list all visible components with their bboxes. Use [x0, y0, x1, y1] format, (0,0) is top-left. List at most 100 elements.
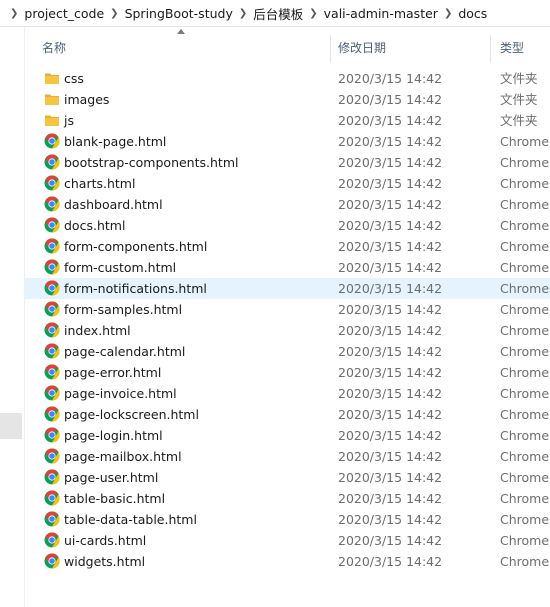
file-type: Chrome: [500, 134, 550, 149]
navigation-pane[interactable]: [0, 27, 25, 607]
file-row[interactable]: page-login.html 2020/3/15 14:42 Chrome: [25, 425, 550, 446]
file-type: Chrome: [500, 197, 550, 212]
file-type: Chrome: [500, 239, 550, 254]
file-name[interactable]: form-samples.html: [64, 299, 182, 320]
breadcrumb-item-vali-admin-master[interactable]: vali-admin-master: [324, 6, 438, 21]
file-modified-date: 2020/3/15 14:42: [338, 302, 443, 317]
column-divider[interactable]: [490, 35, 491, 63]
folder-icon: [44, 91, 60, 107]
file-row[interactable]: page-calendar.html 2020/3/15 14:42 Chrome: [25, 341, 550, 362]
file-row[interactable]: css 2020/3/15 14:42 文件夹: [25, 68, 550, 89]
chrome-icon: [44, 448, 60, 464]
file-name[interactable]: css: [64, 68, 84, 89]
file-name[interactable]: bootstrap-components.html: [64, 152, 238, 173]
chrome-icon: [44, 175, 60, 191]
file-row[interactable]: images 2020/3/15 14:42 文件夹: [25, 89, 550, 110]
file-modified-date: 2020/3/15 14:42: [338, 386, 443, 401]
breadcrumb: ❯ project_code ❯ SpringBoot-study ❯ 后台模板…: [0, 0, 550, 27]
chrome-icon: [44, 364, 60, 380]
file-row[interactable]: page-invoice.html 2020/3/15 14:42 Chrome: [25, 383, 550, 404]
chrome-icon: [44, 301, 60, 317]
file-row[interactable]: ui-cards.html 2020/3/15 14:42 Chrome: [25, 530, 550, 551]
file-row[interactable]: page-error.html 2020/3/15 14:42 Chrome: [25, 362, 550, 383]
file-name[interactable]: dashboard.html: [64, 194, 163, 215]
file-name[interactable]: js: [64, 110, 74, 131]
file-row[interactable]: widgets.html 2020/3/15 14:42 Chrome: [25, 551, 550, 572]
chrome-icon: [44, 196, 60, 212]
file-name[interactable]: page-invoice.html: [64, 383, 177, 404]
breadcrumb-item-docs[interactable]: docs: [458, 6, 487, 21]
file-name[interactable]: images: [64, 89, 109, 110]
file-name[interactable]: page-calendar.html: [64, 341, 185, 362]
file-name[interactable]: page-login.html: [64, 425, 163, 446]
file-row[interactable]: form-notifications.html 2020/3/15 14:42 Ch…: [25, 278, 550, 299]
navigation-pane-selected-item[interactable]: [0, 413, 22, 439]
file-type: Chrome: [500, 365, 550, 380]
file-name[interactable]: blank-page.html: [64, 131, 166, 152]
chevron-right-icon[interactable]: ❯: [438, 8, 458, 19]
breadcrumb-item-project-code[interactable]: project_code: [24, 6, 104, 21]
file-modified-date: 2020/3/15 14:42: [338, 134, 443, 149]
file-name[interactable]: docs.html: [64, 215, 125, 236]
file-modified-date: 2020/3/15 14:42: [338, 176, 443, 191]
chrome-icon: [44, 217, 60, 233]
file-row[interactable]: bootstrap-components.html 2020/3/15 14:42…: [25, 152, 550, 173]
column-header-type[interactable]: 类型: [500, 27, 550, 63]
file-name[interactable]: page-mailbox.html: [64, 446, 182, 467]
file-name[interactable]: table-basic.html: [64, 488, 165, 509]
file-type: Chrome: [500, 260, 550, 275]
file-name[interactable]: page-lockscreen.html: [64, 404, 199, 425]
file-modified-date: 2020/3/15 14:42: [338, 491, 443, 506]
file-row[interactable]: docs.html 2020/3/15 14:42 Chrome: [25, 215, 550, 236]
file-name[interactable]: form-custom.html: [64, 257, 176, 278]
file-name[interactable]: page-user.html: [64, 467, 158, 488]
file-row[interactable]: form-samples.html 2020/3/15 14:42 Chrome: [25, 299, 550, 320]
file-modified-date: 2020/3/15 14:42: [338, 155, 443, 170]
file-name[interactable]: page-error.html: [64, 362, 161, 383]
file-row[interactable]: table-basic.html 2020/3/15 14:42 Chrome: [25, 488, 550, 509]
chrome-icon: [44, 280, 60, 296]
file-type: Chrome: [500, 533, 550, 548]
file-modified-date: 2020/3/15 14:42: [338, 71, 443, 86]
file-row[interactable]: index.html 2020/3/15 14:42 Chrome: [25, 320, 550, 341]
chevron-right-icon[interactable]: ❯: [303, 8, 323, 19]
file-name[interactable]: charts.html: [64, 173, 135, 194]
chevron-right-icon[interactable]: ❯: [233, 8, 253, 19]
file-name[interactable]: ui-cards.html: [64, 530, 146, 551]
file-row[interactable]: js 2020/3/15 14:42 文件夹: [25, 110, 550, 131]
file-row[interactable]: table-data-table.html 2020/3/15 14:42 Chro…: [25, 509, 550, 530]
file-type: Chrome: [500, 449, 550, 464]
file-name[interactable]: index.html: [64, 320, 131, 341]
file-modified-date: 2020/3/15 14:42: [338, 365, 443, 380]
file-modified-date: 2020/3/15 14:42: [338, 239, 443, 254]
file-row[interactable]: blank-page.html 2020/3/15 14:42 Chrome: [25, 131, 550, 152]
chevron-right-icon[interactable]: ❯: [0, 8, 24, 19]
file-name[interactable]: form-notifications.html: [64, 278, 207, 299]
file-row[interactable]: form-components.html 2020/3/15 14:42 Chrom…: [25, 236, 550, 257]
file-modified-date: 2020/3/15 14:42: [338, 113, 443, 128]
file-type: 文件夹: [500, 71, 538, 86]
file-modified-date: 2020/3/15 14:42: [338, 92, 443, 107]
file-type: Chrome: [500, 344, 550, 359]
file-row[interactable]: page-lockscreen.html 2020/3/15 14:42 Chrom…: [25, 404, 550, 425]
file-name[interactable]: table-data-table.html: [64, 509, 197, 530]
file-row[interactable]: charts.html 2020/3/15 14:42 Chrome: [25, 173, 550, 194]
file-row[interactable]: form-custom.html 2020/3/15 14:42 Chrome: [25, 257, 550, 278]
column-header-name[interactable]: 名称: [42, 27, 322, 63]
column-header-modified[interactable]: 修改日期: [338, 27, 488, 63]
breadcrumb-item-template[interactable]: 后台模板: [253, 4, 303, 23]
chrome-icon: [44, 259, 60, 275]
chevron-right-icon[interactable]: ❯: [104, 8, 124, 19]
file-modified-date: 2020/3/15 14:42: [338, 323, 443, 338]
file-row[interactable]: page-user.html 2020/3/15 14:42 Chrome: [25, 467, 550, 488]
file-row[interactable]: dashboard.html 2020/3/15 14:42 Chrome: [25, 194, 550, 215]
file-row[interactable]: page-mailbox.html 2020/3/15 14:42 Chrome: [25, 446, 550, 467]
file-modified-date: 2020/3/15 14:42: [338, 281, 443, 296]
file-type: Chrome: [500, 176, 550, 191]
breadcrumb-item-springboot-study[interactable]: SpringBoot-study: [125, 6, 233, 21]
file-name[interactable]: widgets.html: [64, 551, 145, 572]
file-type: Chrome: [500, 428, 550, 443]
file-name[interactable]: form-components.html: [64, 236, 207, 257]
folder-icon: [44, 112, 60, 128]
column-divider[interactable]: [330, 35, 331, 63]
